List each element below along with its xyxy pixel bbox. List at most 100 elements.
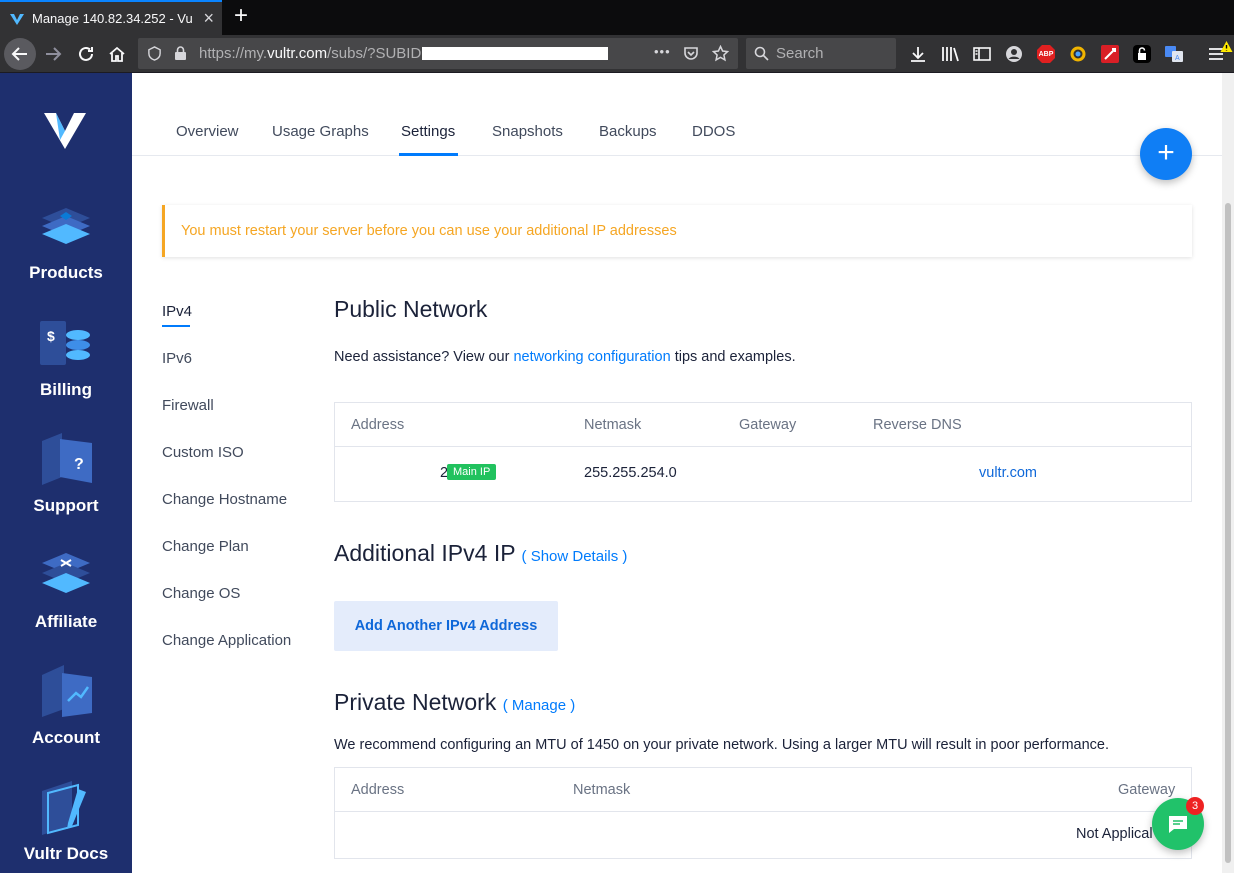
products-stack-icon — [42, 208, 90, 244]
url-bar[interactable]: https://my.vultr.com/subs/?SUBID ••• — [138, 38, 738, 69]
warning-icon[interactable] — [1220, 40, 1233, 53]
subnav-change-os[interactable]: Change OS — [162, 585, 240, 602]
svg-text:?: ? — [74, 456, 84, 473]
page-actions-icon[interactable]: ••• — [654, 44, 671, 59]
browser-tab[interactable]: Manage 140.82.34.252 - Vu × — [0, 0, 222, 35]
forward-button[interactable] — [38, 39, 68, 69]
table-row: Not Applical — [335, 812, 1191, 866]
manage-link[interactable]: ( Manage ) — [503, 697, 576, 714]
search-placeholder: Search — [776, 45, 824, 62]
pocket-icon[interactable] — [683, 46, 699, 61]
downloads-icon[interactable] — [908, 44, 928, 64]
subnav-change-hostname[interactable]: Change Hostname — [162, 491, 287, 508]
tab-settings[interactable]: Settings — [401, 123, 455, 140]
extension-red-icon[interactable] — [1100, 44, 1120, 64]
library-icon[interactable] — [940, 44, 960, 64]
sidebar-item-label: Account — [32, 728, 100, 747]
netmask-value: 255.255.254.0 — [584, 465, 677, 481]
reload-button[interactable] — [71, 39, 101, 69]
private-network-table: Address Netmask Gateway Not Applical — [334, 767, 1192, 859]
reverse-dns-link[interactable]: vultr.com — [979, 465, 1037, 481]
main-sidebar: Products $ Billing ? Support Affiliate A… — [0, 73, 132, 873]
restart-alert: You must restart your server before you … — [162, 205, 1192, 257]
subnav-change-application[interactable]: Change Application — [162, 632, 291, 649]
table-header: Address Netmask Gateway — [335, 768, 1191, 812]
adblock-plus-icon[interactable]: ABP — [1036, 44, 1056, 64]
mtu-note: We recommend configuring an MTU of 1450 … — [334, 737, 1110, 753]
home-icon — [109, 46, 125, 62]
back-button[interactable] — [4, 38, 36, 70]
info-icon[interactable] — [147, 46, 162, 61]
show-details-link[interactable]: ( Show Details ) — [522, 548, 628, 565]
active-tab-indicator — [399, 153, 458, 156]
tab-overview[interactable]: Overview — [176, 123, 239, 140]
chat-bubble-icon — [1169, 816, 1187, 833]
add-fab-button[interactable]: + — [1140, 128, 1192, 180]
sidebar-item-label: Support — [33, 496, 99, 515]
column-netmask: Netmask — [573, 782, 631, 798]
browser-tab-bar: Manage 140.82.34.252 - Vu × + — [0, 0, 1234, 35]
add-ipv4-button[interactable]: Add Another IPv4 Address — [334, 601, 558, 651]
networking-configuration-link[interactable]: networking configuration — [513, 349, 670, 365]
new-tab-button[interactable]: + — [230, 3, 252, 29]
main-content: Overview Usage Graphs Settings Snapshots… — [132, 73, 1222, 873]
sidebar-icon[interactable] — [972, 44, 992, 64]
search-bar[interactable]: Search — [746, 38, 896, 69]
sidebar-item-label: Vultr Docs — [23, 844, 109, 863]
column-address: Address — [351, 782, 405, 798]
subnav-firewall[interactable]: Firewall — [162, 397, 214, 414]
support-help-icon: ? — [42, 433, 92, 485]
url-text: https://my.vultr.com/subs/?SUBID — [199, 45, 422, 62]
main-ip-badge: Main IP — [447, 464, 497, 480]
subnav-ipv6[interactable]: IPv6 — [162, 350, 192, 367]
page-scrollbar[interactable] — [1222, 73, 1234, 873]
home-button[interactable] — [102, 39, 132, 69]
svg-text:$: $ — [47, 328, 55, 344]
search-icon — [754, 46, 769, 61]
tab-usage-graphs[interactable]: Usage Graphs — [272, 123, 369, 140]
column-address: Address — [351, 417, 405, 433]
affiliate-stack-icon — [42, 553, 90, 593]
reload-icon — [79, 46, 93, 61]
vultr-favicon-icon — [10, 13, 24, 25]
close-tab-icon[interactable]: × — [203, 8, 214, 28]
docs-pen-icon — [42, 781, 86, 835]
subnav-change-plan[interactable]: Change Plan — [162, 538, 249, 555]
subnav-custom-iso[interactable]: Custom ISO — [162, 444, 244, 461]
tab-ddos[interactable]: DDOS — [692, 123, 735, 140]
table-row: 2 Main IP 255.255.254.0 vultr.com — [335, 447, 1191, 501]
chat-unread-badge: 3 — [1186, 797, 1204, 815]
tab-snapshots[interactable]: Snapshots — [492, 123, 563, 140]
network-help-text: Need assistance? View our networking con… — [334, 349, 796, 365]
subnav-ipv4[interactable]: IPv4 — [162, 303, 192, 320]
column-netmask: Netmask — [584, 417, 642, 433]
back-arrow-icon — [11, 47, 27, 61]
account-chart-icon — [42, 665, 92, 717]
translate-icon[interactable]: A — [1164, 44, 1184, 64]
sidebar-item-label: Products — [29, 263, 103, 282]
not-applicable-text: Not Applical — [1076, 826, 1153, 842]
vultr-logo-icon[interactable] — [44, 113, 86, 149]
table-header: Address Netmask Gateway Reverse DNS — [335, 403, 1191, 447]
lock-extension-icon[interactable] — [1132, 44, 1152, 64]
extension-icon[interactable] — [1068, 44, 1088, 64]
tab-title: Manage 140.82.34.252 - Vu — [32, 11, 192, 26]
sidebar-item-label: Billing — [40, 380, 92, 399]
column-gateway: Gateway — [1118, 782, 1176, 798]
column-reverse-dns: Reverse DNS — [873, 417, 962, 433]
tab-backups[interactable]: Backups — [599, 123, 657, 140]
private-network-title: Private Network ( Manage ) — [334, 689, 576, 715]
public-network-table: Address Netmask Gateway Reverse DNS 2 Ma… — [334, 402, 1192, 502]
scrollbar-thumb[interactable] — [1225, 203, 1231, 863]
server-tabs: Overview Usage Graphs Settings Snapshots… — [132, 73, 1222, 156]
lock-icon — [175, 46, 186, 60]
column-gateway: Gateway — [739, 417, 797, 433]
subnav-active-indicator — [162, 325, 190, 327]
account-icon[interactable] — [1004, 44, 1024, 64]
additional-ipv4-title: Additional IPv4 IP ( Show Details ) — [334, 540, 628, 566]
bookmark-star-icon[interactable] — [712, 45, 729, 62]
redaction-block — [422, 47, 608, 60]
sidebar-item-label: Affiliate — [34, 612, 98, 631]
svg-text:A: A — [1175, 55, 1180, 62]
forward-arrow-icon — [46, 47, 62, 61]
